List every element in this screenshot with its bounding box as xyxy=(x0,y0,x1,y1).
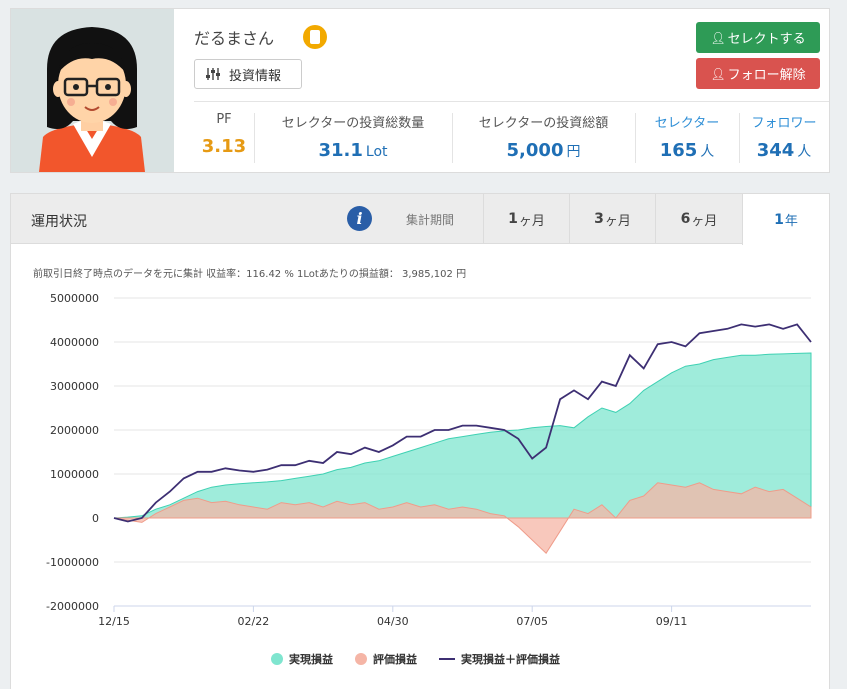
stats-divider xyxy=(194,101,829,102)
tab-6-month-suffix: ヶ月 xyxy=(691,213,718,229)
stat-selectors-label[interactable]: セレクター xyxy=(635,112,739,131)
legend-swatch-unrealized xyxy=(355,653,367,665)
performance-card: 運用状況 i 集計期間 1 ヶ月 3 ヶ月 6 ヶ月 1年 前取引日終了時点のデータを… xyxy=(10,193,830,689)
profile-card: だるまさん 投資情報 👤︎ セレクトする 👤︎ フォロー解除 PF 3.13 セ… xyxy=(10,8,830,173)
avatar xyxy=(11,9,174,172)
stat-followers[interactable]: フォロワー 344 人 xyxy=(739,109,829,165)
x-tick-label: 12/15 xyxy=(98,615,130,628)
legend-swatch-realized xyxy=(271,653,283,665)
tab-1-year-suffix: 年 xyxy=(784,214,798,229)
tab-3-month-num: 3 xyxy=(594,211,604,227)
select-button-label: セレクトする xyxy=(727,32,806,47)
sliders-icon xyxy=(206,68,220,80)
stat-followers-label[interactable]: フォロワー xyxy=(739,112,829,131)
stat-selector-amount: セレクターの投資総額 5,000 円 xyxy=(452,109,635,165)
legend-label-total: 実現損益＋評価損益 xyxy=(461,653,560,666)
chart-legend: 実現損益 評価損益 実現損益＋評価損益 xyxy=(271,651,560,667)
stat-selector-amount-label: セレクターの投資総額 xyxy=(478,116,609,131)
x-tick-label: 09/11 xyxy=(656,615,688,628)
info-icon[interactable]: i xyxy=(347,206,372,231)
legend-swatch-total xyxy=(439,658,455,660)
y-tick-label: 4000000 xyxy=(50,336,99,349)
user-name: だるまさん xyxy=(194,29,275,48)
legend-item-total[interactable]: 実現損益＋評価損益 xyxy=(439,651,560,667)
unfollow-button-label: フォロー解除 xyxy=(727,68,806,83)
stat-selector-lots-unit: Lot xyxy=(365,144,388,160)
stat-selectors-unit: 人 xyxy=(700,144,715,160)
legend-item-realized[interactable]: 実現損益 xyxy=(271,651,333,667)
y-tick-label: -2000000 xyxy=(46,600,99,613)
performance-header: 運用状況 i 集計期間 1 ヶ月 3 ヶ月 6 ヶ月 1年 xyxy=(11,194,829,245)
tab-3-month-suffix: ヶ月 xyxy=(604,213,631,229)
y-tick-label: -1000000 xyxy=(46,556,99,569)
period-label: 集計期間 xyxy=(406,213,455,227)
tab-1-year[interactable]: 1年 xyxy=(742,194,829,245)
investment-info-label: 投資情報 xyxy=(229,68,282,84)
stat-selectors[interactable]: セレクター 165 人 xyxy=(635,109,739,165)
legend-label-realized: 実現損益 xyxy=(289,653,333,666)
tab-1-year-num: 1 xyxy=(774,211,784,228)
y-tick-label: 3000000 xyxy=(50,380,99,393)
stat-selector-lots-label: セレクターの投資総数量 xyxy=(281,116,425,131)
tab-3-month[interactable]: 3 ヶ月 xyxy=(569,194,655,244)
y-tick-label: 5000000 xyxy=(50,292,99,305)
performance-title: 運用状況 xyxy=(31,214,87,230)
summary-note: 前取引日終了時点のデータを元に集計 収益率：116.42 % 1Lotあたりの損… xyxy=(33,269,467,280)
user-icon: 👤︎ xyxy=(710,66,726,81)
stat-selector-amount-unit: 円 xyxy=(566,144,581,160)
tab-1-month[interactable]: 1 ヶ月 xyxy=(483,194,569,244)
y-tick-label: 2000000 xyxy=(50,424,99,437)
tab-1-month-suffix: ヶ月 xyxy=(518,213,545,229)
medal-icon xyxy=(303,25,327,49)
unfollow-button[interactable]: 👤︎ フォロー解除 xyxy=(696,58,820,89)
y-tick-label: 1000000 xyxy=(50,468,99,481)
x-tick-label: 07/05 xyxy=(516,615,548,628)
legend-label-unrealized: 評価損益 xyxy=(373,653,417,666)
legend-item-unrealized[interactable]: 評価損益 xyxy=(355,651,417,667)
x-tick-label: 04/30 xyxy=(377,615,409,628)
tab-6-month-num: 6 xyxy=(680,211,691,227)
pnl-chart: 5000000 4000000 3000000 2000000 1000000 0 -100… xyxy=(46,292,812,628)
stat-selectors-value: 165 xyxy=(659,140,698,161)
stat-pf-label: PF xyxy=(216,112,232,127)
user-icon: 👤︎ xyxy=(710,30,726,45)
stat-selector-lots: セレクターの投資総数量 31.1 Lot xyxy=(254,109,452,165)
stat-pf: PF 3.13 xyxy=(194,109,254,165)
stat-pf-value: 3.13 xyxy=(201,136,247,157)
select-button[interactable]: 👤︎ セレクトする xyxy=(696,22,820,53)
stat-selector-lots-value: 31.1 xyxy=(318,140,363,161)
tab-6-month[interactable]: 6 ヶ月 xyxy=(655,194,742,244)
investment-info-button[interactable]: 投資情報 xyxy=(194,59,302,89)
tab-1-month-num: 1 xyxy=(508,211,518,227)
x-tick-label: 02/22 xyxy=(238,615,270,628)
stat-followers-value: 344 xyxy=(756,140,795,161)
stat-followers-unit: 人 xyxy=(797,144,812,160)
y-tick-label: 0 xyxy=(92,512,99,525)
stat-selector-amount-value: 5,000 xyxy=(506,140,564,161)
